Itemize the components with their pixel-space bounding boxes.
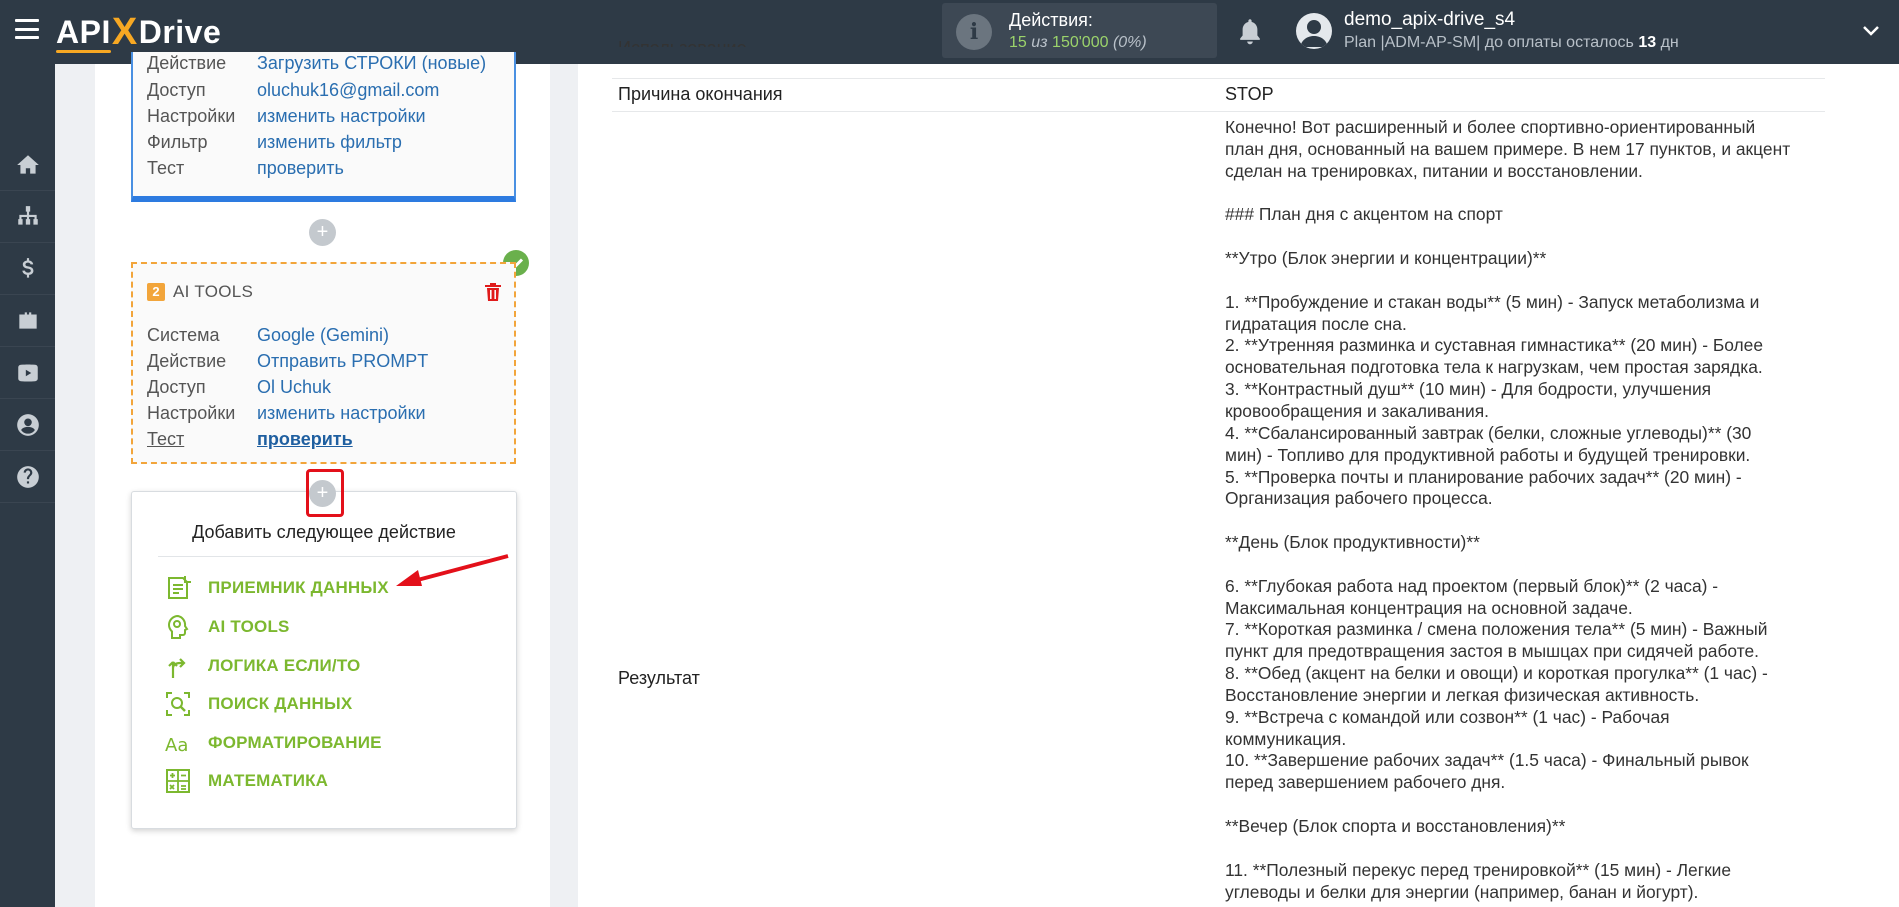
sitemap-icon bbox=[17, 205, 38, 225]
avatar[interactable] bbox=[1296, 13, 1332, 49]
result-line: коммуникация. bbox=[1225, 728, 1347, 749]
result-line: Восстановление энергии и легкая физическ… bbox=[1225, 684, 1700, 705]
result-line bbox=[1225, 794, 1825, 816]
ai-tools-block[interactable]: 2 AI TOOLS Система Google (Gemini) Дейст… bbox=[131, 262, 516, 464]
formatting-icon: Aa bbox=[165, 735, 188, 756]
result-line bbox=[1225, 838, 1825, 860]
sidebar-item-connections[interactable] bbox=[0, 191, 55, 243]
home-icon bbox=[16, 154, 39, 174]
sidebar-item-home[interactable] bbox=[0, 139, 55, 191]
result-line: пункт для предотвращения застоя в мышцах… bbox=[1225, 641, 1759, 662]
result-line: углеводы и белки для энергии (например, … bbox=[1225, 881, 1699, 902]
row-divider bbox=[612, 78, 1825, 79]
result-line: 10. **Завершение рабочих задач** (1.5 ча… bbox=[1225, 750, 1749, 771]
menu-item-ai-tools[interactable]: AI TOOLS bbox=[164, 613, 290, 641]
result-line bbox=[1225, 270, 1825, 292]
user-name[interactable]: demo_apix-drive_s4 bbox=[1344, 9, 1515, 31]
result-line: 8. **Обед (акцент на белки и овощи) и ко… bbox=[1225, 663, 1768, 684]
sidebar-item-video[interactable] bbox=[0, 347, 55, 399]
source-block[interactable]: Действие Загрузить СТРОКИ (новые) Доступ… bbox=[131, 52, 516, 202]
ai-tools-icon bbox=[167, 614, 189, 639]
result-line: 5. **Проверка почты и планирование рабоч… bbox=[1225, 466, 1742, 487]
highlight-frame bbox=[306, 469, 344, 517]
result-line bbox=[1225, 226, 1825, 248]
menu-item-math[interactable]: МАТЕМАТИКА bbox=[164, 767, 328, 795]
result-line: основательная подготовка тела к нагрузка… bbox=[1225, 357, 1763, 378]
usage-label: Использование bbox=[618, 33, 747, 47]
result-line: перед завершением рабочего дня. bbox=[1225, 772, 1506, 793]
actions-title: Действия: bbox=[1009, 10, 1093, 30]
result-line: Конечно! Вот расширенный и более спортив… bbox=[1225, 117, 1756, 137]
briefcase-icon bbox=[18, 311, 37, 329]
youtube-icon bbox=[17, 363, 38, 382]
result-line: 3. **Контрастный душ** (10 мин) - Для бо… bbox=[1225, 379, 1712, 400]
logic-icon bbox=[168, 658, 186, 678]
result-line: Организация рабочего процесса. bbox=[1225, 488, 1493, 509]
result-line: Максимальная концентрация на основной за… bbox=[1225, 597, 1633, 618]
result-line bbox=[1225, 510, 1825, 532]
bell-icon[interactable] bbox=[1236, 17, 1264, 47]
plan-info: Plan |ADM-AP-SM| до оплаты осталось 13 д… bbox=[1344, 34, 1679, 51]
sidebar-item-profile[interactable] bbox=[0, 399, 55, 451]
actions-usage: 15 из 150'000 (0%) bbox=[1009, 34, 1147, 51]
finish-reason-label: Причина окончания bbox=[618, 84, 783, 104]
add-next-action-panel: Добавить следующее действие ПРИЕМНИК ДАН… bbox=[131, 491, 517, 829]
menu-icon[interactable] bbox=[15, 19, 39, 39]
result-line: кровообращения и закаливания. bbox=[1225, 400, 1489, 421]
menu-item-logic[interactable]: ЛОГИКА ЕСЛИ/ТО bbox=[164, 652, 360, 680]
result-line bbox=[1225, 554, 1825, 576]
result-line: 6. **Глубокая работа над проектом (первы… bbox=[1225, 575, 1719, 596]
result-line: **Утро (Блок энергии и концентрации)** bbox=[1225, 248, 1547, 269]
result-line: 7. **Короткая разминка / смена положения… bbox=[1225, 619, 1768, 640]
apix-drive-logo[interactable]: API X Drive bbox=[56, 10, 221, 54]
sidebar-item-help[interactable] bbox=[0, 451, 55, 503]
result-label: Результат bbox=[618, 668, 700, 688]
result-line bbox=[1225, 183, 1825, 205]
math-icon bbox=[166, 769, 190, 793]
result-line: 9. **Встреча с командой или созвон** (1 … bbox=[1225, 706, 1670, 727]
result-line: 4. **Сбалансированный завтрак (белки, сл… bbox=[1225, 422, 1752, 443]
menu-item-search-data[interactable]: ПОИСК ДАННЫХ bbox=[164, 690, 352, 718]
sidebar-item-billing[interactable] bbox=[0, 243, 55, 295]
result-line: мин) - Топливо для продуктивной работы и… bbox=[1225, 444, 1751, 465]
result-line: **День (Блок продуктивности)** bbox=[1225, 532, 1480, 553]
search-data-icon bbox=[166, 692, 190, 716]
svg-text:Aa: Aa bbox=[165, 735, 188, 756]
help-icon bbox=[16, 465, 39, 488]
result-line: 11. **Полезный перекус перед тренировкой… bbox=[1225, 859, 1732, 880]
dollar-icon bbox=[21, 257, 33, 278]
result-line: 2. **Утренняя разминка и суставная гимна… bbox=[1225, 335, 1764, 356]
data-receiver-icon bbox=[168, 576, 191, 599]
step-number-badge: 2 bbox=[147, 283, 165, 301]
result-line: ### План дня с акцентом на спорт bbox=[1225, 204, 1503, 225]
result-line: **Вечер (Блок спорта и восстановления)** bbox=[1225, 816, 1566, 836]
block2-title: AI TOOLS bbox=[173, 282, 254, 301]
menu-item-formatting[interactable]: Aa ФОРМАТИРОВАНИЕ bbox=[164, 729, 382, 757]
arrow-annotation bbox=[396, 554, 509, 586]
result-line: план дня, основанный на вашем примере. В… bbox=[1225, 138, 1791, 159]
sidebar bbox=[0, 64, 55, 907]
result-line: гидратация после сна. bbox=[1225, 313, 1407, 334]
result-line: сделан на тренировках, питании и восстан… bbox=[1225, 160, 1643, 181]
actions-counter[interactable]: i Действия: 15 из 150'000 (0%) bbox=[942, 3, 1217, 58]
add-step-button[interactable]: + bbox=[309, 219, 336, 246]
result-text: Конечно! Вот расширенный и более спортив… bbox=[1225, 117, 1825, 903]
finish-reason-value: STOP bbox=[1225, 84, 1274, 104]
add-next-action-title: Добавить следующее действие bbox=[192, 522, 456, 542]
row-divider bbox=[612, 111, 1825, 112]
info-icon: i bbox=[956, 14, 992, 50]
chevron-down-icon[interactable] bbox=[1862, 22, 1880, 40]
trash-icon[interactable] bbox=[484, 282, 502, 302]
result-line: 1. **Пробуждение и стакан воды** (5 мин)… bbox=[1225, 291, 1760, 312]
menu-item-data-receiver[interactable]: ПРИЕМНИК ДАННЫХ bbox=[164, 574, 389, 602]
user-icon bbox=[16, 413, 39, 436]
sidebar-item-tools[interactable] bbox=[0, 295, 55, 347]
